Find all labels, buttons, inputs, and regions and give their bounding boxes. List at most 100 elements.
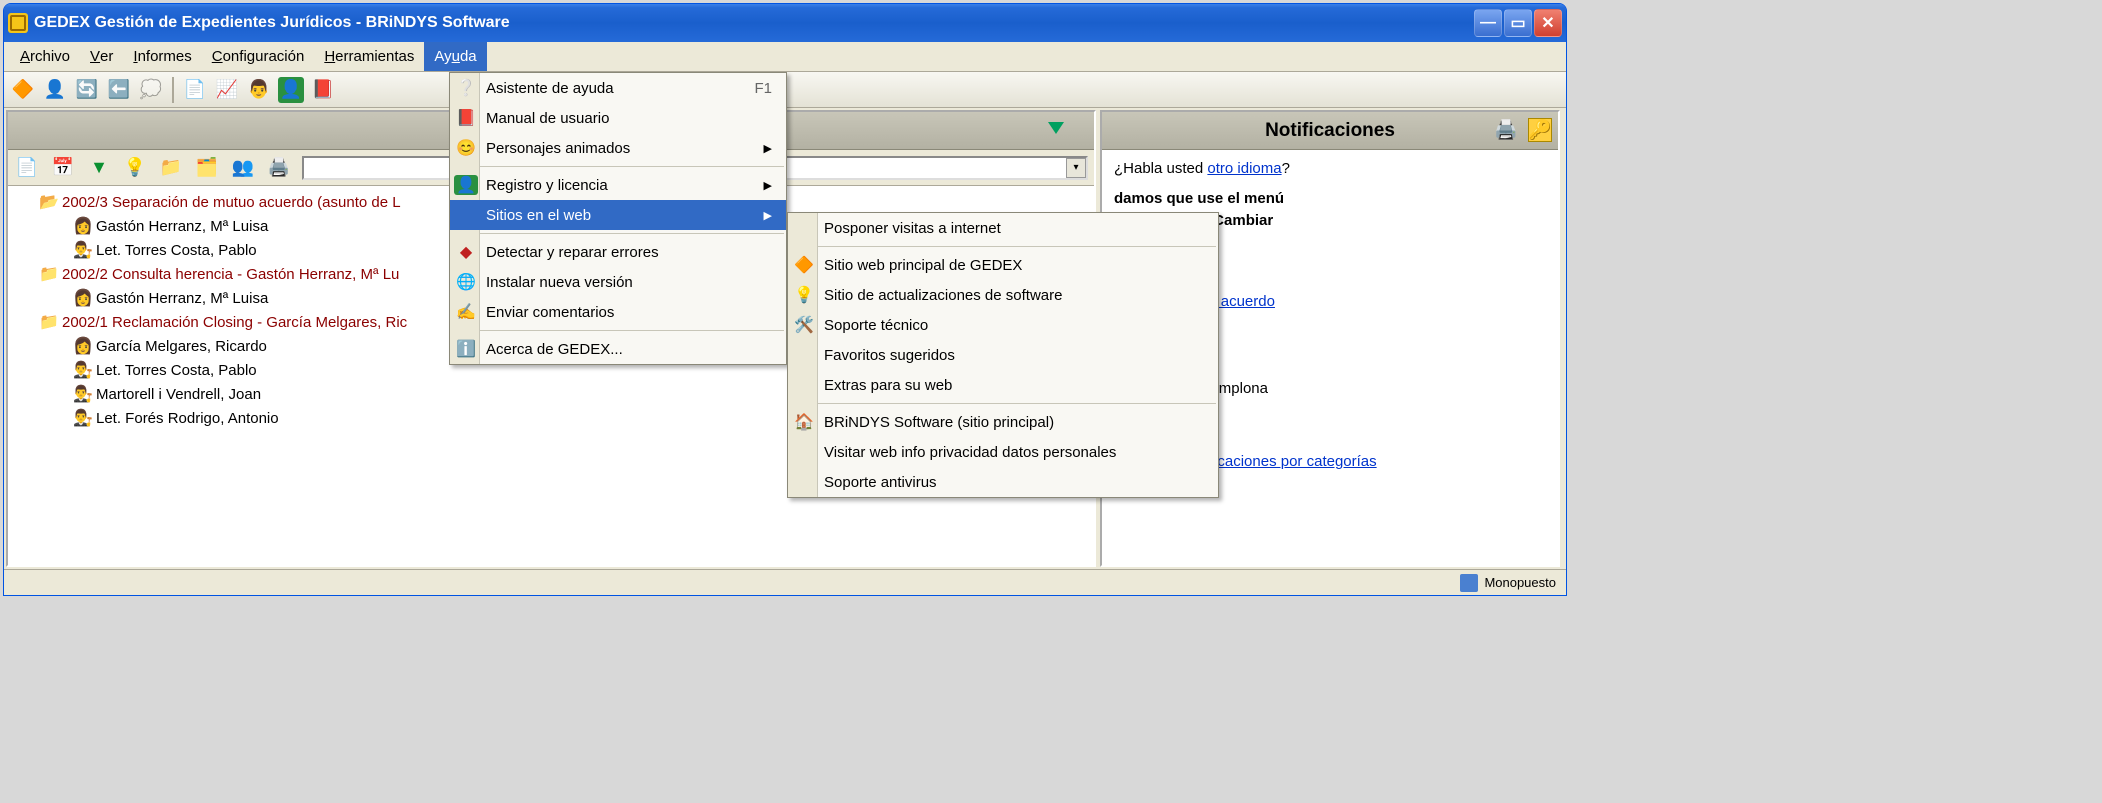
bulb-icon: 💡: [792, 285, 816, 305]
menu-separator: [790, 246, 1216, 247]
sub-posponer[interactable]: Posponer visitas a internet: [788, 213, 1218, 243]
attorney-icon: 👨‍⚖️: [72, 384, 94, 404]
link-otro-idioma[interactable]: otro idioma: [1207, 160, 1281, 177]
book-icon: 📕: [454, 108, 478, 128]
person-green-icon: 👤: [454, 175, 478, 195]
window-buttons: — ▭ ✕: [1474, 9, 1562, 37]
menu-configuracion[interactable]: Configuración: [202, 42, 315, 71]
notif-lang-question: ¿Habla usted otro idioma?: [1114, 158, 1546, 180]
toolbar-doc-icon[interactable]: 📄: [182, 77, 208, 103]
toolbar-person-icon[interactable]: 👤: [42, 77, 68, 103]
submenu-arrow-icon: ▶: [764, 209, 772, 222]
folder-person-icon[interactable]: 👥: [230, 155, 256, 181]
tree-row-label: García Melgares, Ricardo: [96, 338, 267, 355]
menu-ayuda[interactable]: Ayuda: [424, 42, 486, 71]
status-mode-icon: [1460, 574, 1478, 592]
help-sitios[interactable]: Sitios en el web ▶: [450, 200, 786, 230]
tree-row-label: Martorell i Vendrell, Joan: [96, 386, 261, 403]
help-question-icon: ❔: [454, 78, 478, 98]
tree-row-label: Let. Torres Costa, Pablo: [96, 362, 257, 379]
tree-row-label: 2002/3 Separación de mutuo acuerdo (asun…: [62, 194, 401, 211]
window-title: GEDEX Gestión de Expedientes Jurídicos -…: [34, 14, 1474, 32]
notif-key-icon[interactable]: 🔑: [1528, 118, 1552, 142]
filter-icon[interactable]: ▼: [86, 155, 112, 181]
bulb-icon[interactable]: 💡: [122, 155, 148, 181]
tree-row-label: Gastón Herranz, Mª Luisa: [96, 218, 268, 235]
globe-icon: 🌐: [454, 272, 478, 292]
menu-separator: [452, 166, 784, 167]
person-icon: 👩: [72, 216, 94, 236]
menu-separator: [452, 330, 784, 331]
sub-principal[interactable]: 🔶 Sitio web principal de GEDEX: [788, 250, 1218, 280]
help-registro[interactable]: 👤 Registro y licencia ▶: [450, 170, 786, 200]
menu-herramientas[interactable]: Herramientas: [314, 42, 424, 71]
person-icon: 👩: [72, 336, 94, 356]
help-asistente-accel: F1: [754, 80, 772, 97]
attorney-icon: 👨‍⚖️: [72, 240, 94, 260]
sub-privacidad[interactable]: Visitar web info privacidad datos person…: [788, 437, 1218, 467]
toolbar-separator: [172, 77, 174, 103]
notif-print-icon[interactable]: 🖨️: [1494, 118, 1518, 142]
menu-archivo[interactable]: Archivo: [10, 42, 80, 71]
print-icon[interactable]: 🖨️: [266, 155, 292, 181]
sub-brindys[interactable]: 🏠 BRiNDYS Software (sitio principal): [788, 407, 1218, 437]
help-menu-dropdown: ❔ Asistente de ayuda F1 📕 Manual de usua…: [449, 72, 787, 365]
attorney-icon: 👨‍⚖️: [72, 360, 94, 380]
close-button[interactable]: ✕: [1534, 9, 1562, 37]
toolbar-user-green-icon[interactable]: 👤: [278, 77, 304, 103]
maximize-button[interactable]: ▭: [1504, 9, 1532, 37]
home-icon: 🏠: [792, 412, 816, 432]
table-icon[interactable]: 📅: [50, 155, 76, 181]
support-icon: 🛠️: [792, 315, 816, 335]
menu-ver[interactable]: Ver: [80, 42, 123, 71]
help-detectar[interactable]: ◆ Detectar y reparar errores: [450, 237, 786, 267]
person-icon: 👩: [72, 288, 94, 308]
toolbar-user-yellow-icon[interactable]: 👨: [246, 77, 272, 103]
folder-single-icon[interactable]: 📁: [158, 155, 184, 181]
sub-antivirus[interactable]: Soporte antivirus: [788, 467, 1218, 497]
menu-separator: [452, 233, 784, 234]
info-icon: ℹ️: [454, 339, 478, 359]
menu-informes[interactable]: Informes: [123, 42, 201, 71]
folder-closed-icon: 📁: [38, 312, 60, 332]
app-window: GEDEX Gestión de Expedientes Jurídicos -…: [3, 3, 1567, 596]
alert-red-icon: ◆: [454, 242, 478, 262]
tree-row-label: Gastón Herranz, Mª Luisa: [96, 290, 268, 307]
toolbar-book-icon[interactable]: 📕: [310, 77, 336, 103]
smiley-icon: 😊: [454, 138, 478, 158]
statusbar: Monopuesto: [4, 569, 1566, 595]
sub-favoritos[interactable]: Favoritos sugeridos: [788, 340, 1218, 370]
toolbar-disabled-icon: 💭: [138, 77, 164, 103]
left-header-arrow-icon[interactable]: [1048, 122, 1064, 134]
help-manual[interactable]: 📕 Manual de usuario: [450, 103, 786, 133]
notifications-header: Notificaciones 🖨️ 🔑: [1102, 112, 1558, 150]
toolbar-gedex-icon[interactable]: 🔶: [10, 77, 36, 103]
tree-row-label: Let. Forés Rodrigo, Antonio: [96, 410, 279, 427]
sub-actualizaciones[interactable]: 💡 Sitio de actualizaciones de software: [788, 280, 1218, 310]
help-personajes[interactable]: 😊 Personajes animados ▶: [450, 133, 786, 163]
folder-closed-icon: 📁: [38, 264, 60, 284]
attorney-icon: 👨‍⚖️: [72, 408, 94, 428]
tree-row-label: 2002/2 Consulta herencia - Gastón Herran…: [62, 266, 399, 283]
help-asistente[interactable]: ❔ Asistente de ayuda F1: [450, 73, 786, 103]
help-acerca[interactable]: ℹ️ Acerca de GEDEX...: [450, 334, 786, 364]
app-icon: [8, 13, 28, 33]
folder-open-icon: 📂: [38, 192, 60, 212]
minimize-button[interactable]: —: [1474, 9, 1502, 37]
sitios-submenu: Posponer visitas a internet 🔶 Sitio web …: [787, 212, 1219, 498]
tree-row-label: 2002/1 Reclamación Closing - García Melg…: [62, 314, 407, 331]
titlebar[interactable]: GEDEX Gestión de Expedientes Jurídicos -…: [4, 4, 1566, 42]
folder-multi-icon[interactable]: 🗂️: [194, 155, 220, 181]
toolbar-refresh-icon[interactable]: 🔄: [74, 77, 100, 103]
menu-separator: [790, 403, 1216, 404]
toolbar-chart-icon[interactable]: 📈: [214, 77, 240, 103]
combo-drop-icon[interactable]: ▾: [1066, 158, 1086, 178]
sub-extras[interactable]: Extras para su web: [788, 370, 1218, 400]
help-instalar[interactable]: 🌐 Instalar nueva versión: [450, 267, 786, 297]
sub-soporte[interactable]: 🛠️ Soporte técnico: [788, 310, 1218, 340]
toolbar-back-icon[interactable]: ⬅️: [106, 77, 132, 103]
gedex-icon: 🔶: [792, 255, 816, 275]
menubar: Archivo Ver Informes Configuración Herra…: [4, 42, 1566, 72]
help-enviar[interactable]: ✍️ Enviar comentarios: [450, 297, 786, 327]
new-doc-icon[interactable]: 📄: [14, 155, 40, 181]
